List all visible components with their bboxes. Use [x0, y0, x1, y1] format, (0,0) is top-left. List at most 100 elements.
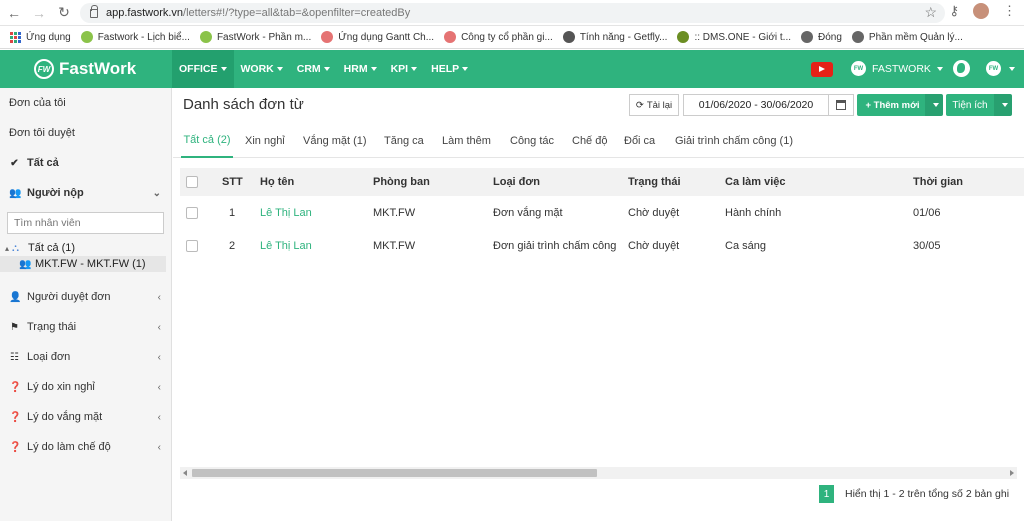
- more-menu-icon[interactable]: ⋮: [1003, 3, 1016, 19]
- chevron-left-icon: ‹: [157, 351, 161, 363]
- utilities-button[interactable]: Tiện ích: [946, 94, 994, 116]
- tab-absence[interactable]: Vắng mặt (1): [303, 124, 367, 158]
- col-shift[interactable]: Ca làm việc: [725, 168, 786, 196]
- col-type[interactable]: Loại đơn: [493, 168, 540, 196]
- menu-crm[interactable]: CRM: [290, 50, 337, 88]
- globe-icon[interactable]: [953, 60, 970, 77]
- filter-regime-reason[interactable]: ❓ Lý do làm chế độ ‹: [0, 432, 171, 462]
- company-switcher[interactable]: FW FASTWORK: [851, 61, 943, 76]
- filter-approver[interactable]: 👤 Người duyệt đơn ‹: [0, 282, 171, 312]
- bookmark-item[interactable]: Ứng dụng Gantt Ch...: [321, 31, 434, 43]
- menu-office[interactable]: OFFICE: [172, 50, 234, 88]
- bookmark-item[interactable]: Công ty cổ phần gi...: [444, 31, 553, 43]
- check-icon: ✔: [10, 157, 19, 169]
- user-menu[interactable]: FW: [986, 61, 1015, 76]
- browser-toolbar: ← → ↻ app.fastwork.vn/letters#!/?type=al…: [0, 0, 1024, 26]
- horizontal-scrollbar[interactable]: [180, 467, 1017, 479]
- reload-button[interactable]: ⟳ Tải lại: [629, 94, 679, 116]
- cell-name-link[interactable]: Lê Thị Lan: [260, 229, 312, 262]
- date-range-field[interactable]: 01/06/2020 - 30/06/2020: [683, 94, 829, 116]
- tab-regime[interactable]: Chế độ: [572, 124, 607, 158]
- filter-type[interactable]: ☷ Loại đơn ‹: [0, 342, 171, 372]
- select-all-checkbox[interactable]: [186, 176, 198, 188]
- tree-node-mkt[interactable]: 👥 MKT.FW - MKT.FW (1): [0, 256, 166, 272]
- bookmark-item[interactable]: Đóng: [801, 31, 842, 43]
- company-name: FASTWORK: [872, 62, 931, 75]
- calendar-button[interactable]: [829, 94, 854, 116]
- calendar-icon: [836, 100, 846, 110]
- user-avatar-icon: FW: [986, 61, 1001, 76]
- main-content: Danh sách đơn từ ⟳ Tải lại 01/06/2020 - 3…: [173, 88, 1024, 521]
- company-logo-icon: FW: [851, 61, 866, 76]
- filter-status[interactable]: ⚑ Trạng thái ‹: [0, 312, 171, 342]
- chevron-left-icon: ‹: [157, 381, 161, 393]
- row-checkbox[interactable]: [186, 239, 198, 252]
- bookmark-label: Fastwork - Lịch biể...: [97, 31, 190, 43]
- sidebar-item-all[interactable]: ✔ Tất cả: [0, 148, 171, 178]
- cell-status: Chờ duyệt: [628, 206, 680, 219]
- youtube-icon[interactable]: [811, 62, 833, 77]
- bookmark-item[interactable]: :: DMS.ONE - Giới t...: [677, 31, 791, 43]
- back-arrow-icon[interactable]: ←: [3, 2, 25, 24]
- bookmark-item[interactable]: Fastwork - Lịch biể...: [80, 31, 190, 43]
- tab-leave[interactable]: Xin nghỉ: [245, 124, 285, 158]
- bookmark-label: FastWork - Phần m...: [216, 31, 312, 43]
- top-menu: OFFICE WORK CRM HRM KPI HELP: [172, 50, 475, 88]
- filter-absence-reason[interactable]: ❓ Lý do vắng mặt ‹: [0, 402, 171, 432]
- col-time[interactable]: Thời gian: [913, 168, 963, 196]
- tab-all[interactable]: Tất cả (2): [181, 124, 233, 158]
- sidebar-item-my-approvals[interactable]: Đơn tôi duyệt: [0, 118, 171, 148]
- bookmark-label: Công ty cổ phần gi...: [461, 31, 553, 43]
- forward-arrow-icon[interactable]: →: [28, 2, 50, 24]
- table-row[interactable]: 2 Lê Thị Lan MKT.FW Đơn giải trình chấm …: [180, 229, 1024, 262]
- filter-leave-reason[interactable]: ❓ Lý do xin nghỉ ‹: [0, 372, 171, 402]
- page-button-current[interactable]: 1: [819, 485, 834, 503]
- tab-overtime[interactable]: Tăng ca: [384, 124, 424, 158]
- team-icon: 👥: [19, 259, 32, 270]
- menu-hrm[interactable]: HRM: [337, 50, 384, 88]
- menu-work[interactable]: WORK: [234, 50, 290, 88]
- row-checkbox[interactable]: [186, 206, 198, 219]
- tree-toggle-icon[interactable]: ▴: [5, 244, 9, 253]
- add-new-button[interactable]: + Thêm mới: [857, 94, 928, 116]
- col-status[interactable]: Trạng thái: [628, 168, 681, 196]
- bookmark-star-icon[interactable]: ☆: [924, 4, 937, 21]
- scroll-right-arrow-icon[interactable]: [1010, 470, 1014, 476]
- scrollbar-thumb[interactable]: [192, 469, 597, 477]
- bookmark-item[interactable]: Phần mềm Quản lý...: [851, 31, 963, 43]
- bookmark-item[interactable]: FastWork - Phần m...: [199, 31, 312, 43]
- sidebar: Đơn của tôi Đơn tôi duyệt ✔ Tất cả 👥 Người…: [0, 88, 172, 521]
- tab-shift-change[interactable]: Đổi ca: [624, 124, 655, 158]
- utilities-dropdown[interactable]: [994, 94, 1012, 116]
- bookmark-apps[interactable]: Ứng dụng: [10, 31, 71, 43]
- sidebar-item-my-requests[interactable]: Đơn của tôi: [0, 88, 171, 118]
- cell-stt: 2: [229, 239, 236, 252]
- col-name[interactable]: Họ tên: [260, 168, 294, 196]
- address-bar[interactable]: app.fastwork.vn/letters#!/?type=all&tab=…: [80, 3, 945, 23]
- requests-table: STT Họ tên Phòng ban Loại đơn Trạng thái…: [180, 168, 1024, 262]
- sidebar-item-submitter[interactable]: 👥 Người nộp ⌄: [0, 178, 171, 208]
- col-department[interactable]: Phòng ban: [373, 168, 430, 196]
- add-new-dropdown[interactable]: [925, 94, 943, 116]
- tab-business-trip[interactable]: Công tác: [510, 124, 554, 158]
- tree-node-all[interactable]: ▴ ⛬ Tất cả (1): [5, 240, 171, 256]
- key-icon[interactable]: ⚷: [949, 3, 959, 19]
- cell-status: Chờ duyệt: [628, 239, 680, 252]
- bookmark-item[interactable]: Tính năng - Getfly...: [562, 31, 667, 43]
- tab-extra-work[interactable]: Làm thêm: [442, 124, 491, 158]
- tab-attendance-explanation[interactable]: Giải trình chấm công (1): [675, 124, 793, 158]
- bookmark-label: Phần mềm Quản lý...: [868, 31, 963, 43]
- bookmark-favicon-icon: [444, 31, 457, 43]
- users-icon: 👥: [9, 187, 22, 199]
- cell-name-link[interactable]: Lê Thị Lan: [260, 196, 312, 229]
- scroll-left-arrow-icon[interactable]: [183, 470, 187, 476]
- col-stt[interactable]: STT: [222, 168, 243, 196]
- menu-kpi[interactable]: KPI: [384, 50, 425, 88]
- profile-avatar[interactable]: [973, 3, 989, 19]
- table-row[interactable]: 1 Lê Thị Lan MKT.FW Đơn vắng mặt Chờ duy…: [180, 196, 1024, 229]
- reload-icon[interactable]: ↻: [53, 2, 75, 24]
- fastwork-logo[interactable]: FW FastWork: [0, 50, 172, 88]
- menu-help[interactable]: HELP: [424, 50, 475, 88]
- employee-search-input[interactable]: [7, 212, 164, 234]
- question-circle-icon: ❓: [9, 381, 22, 393]
